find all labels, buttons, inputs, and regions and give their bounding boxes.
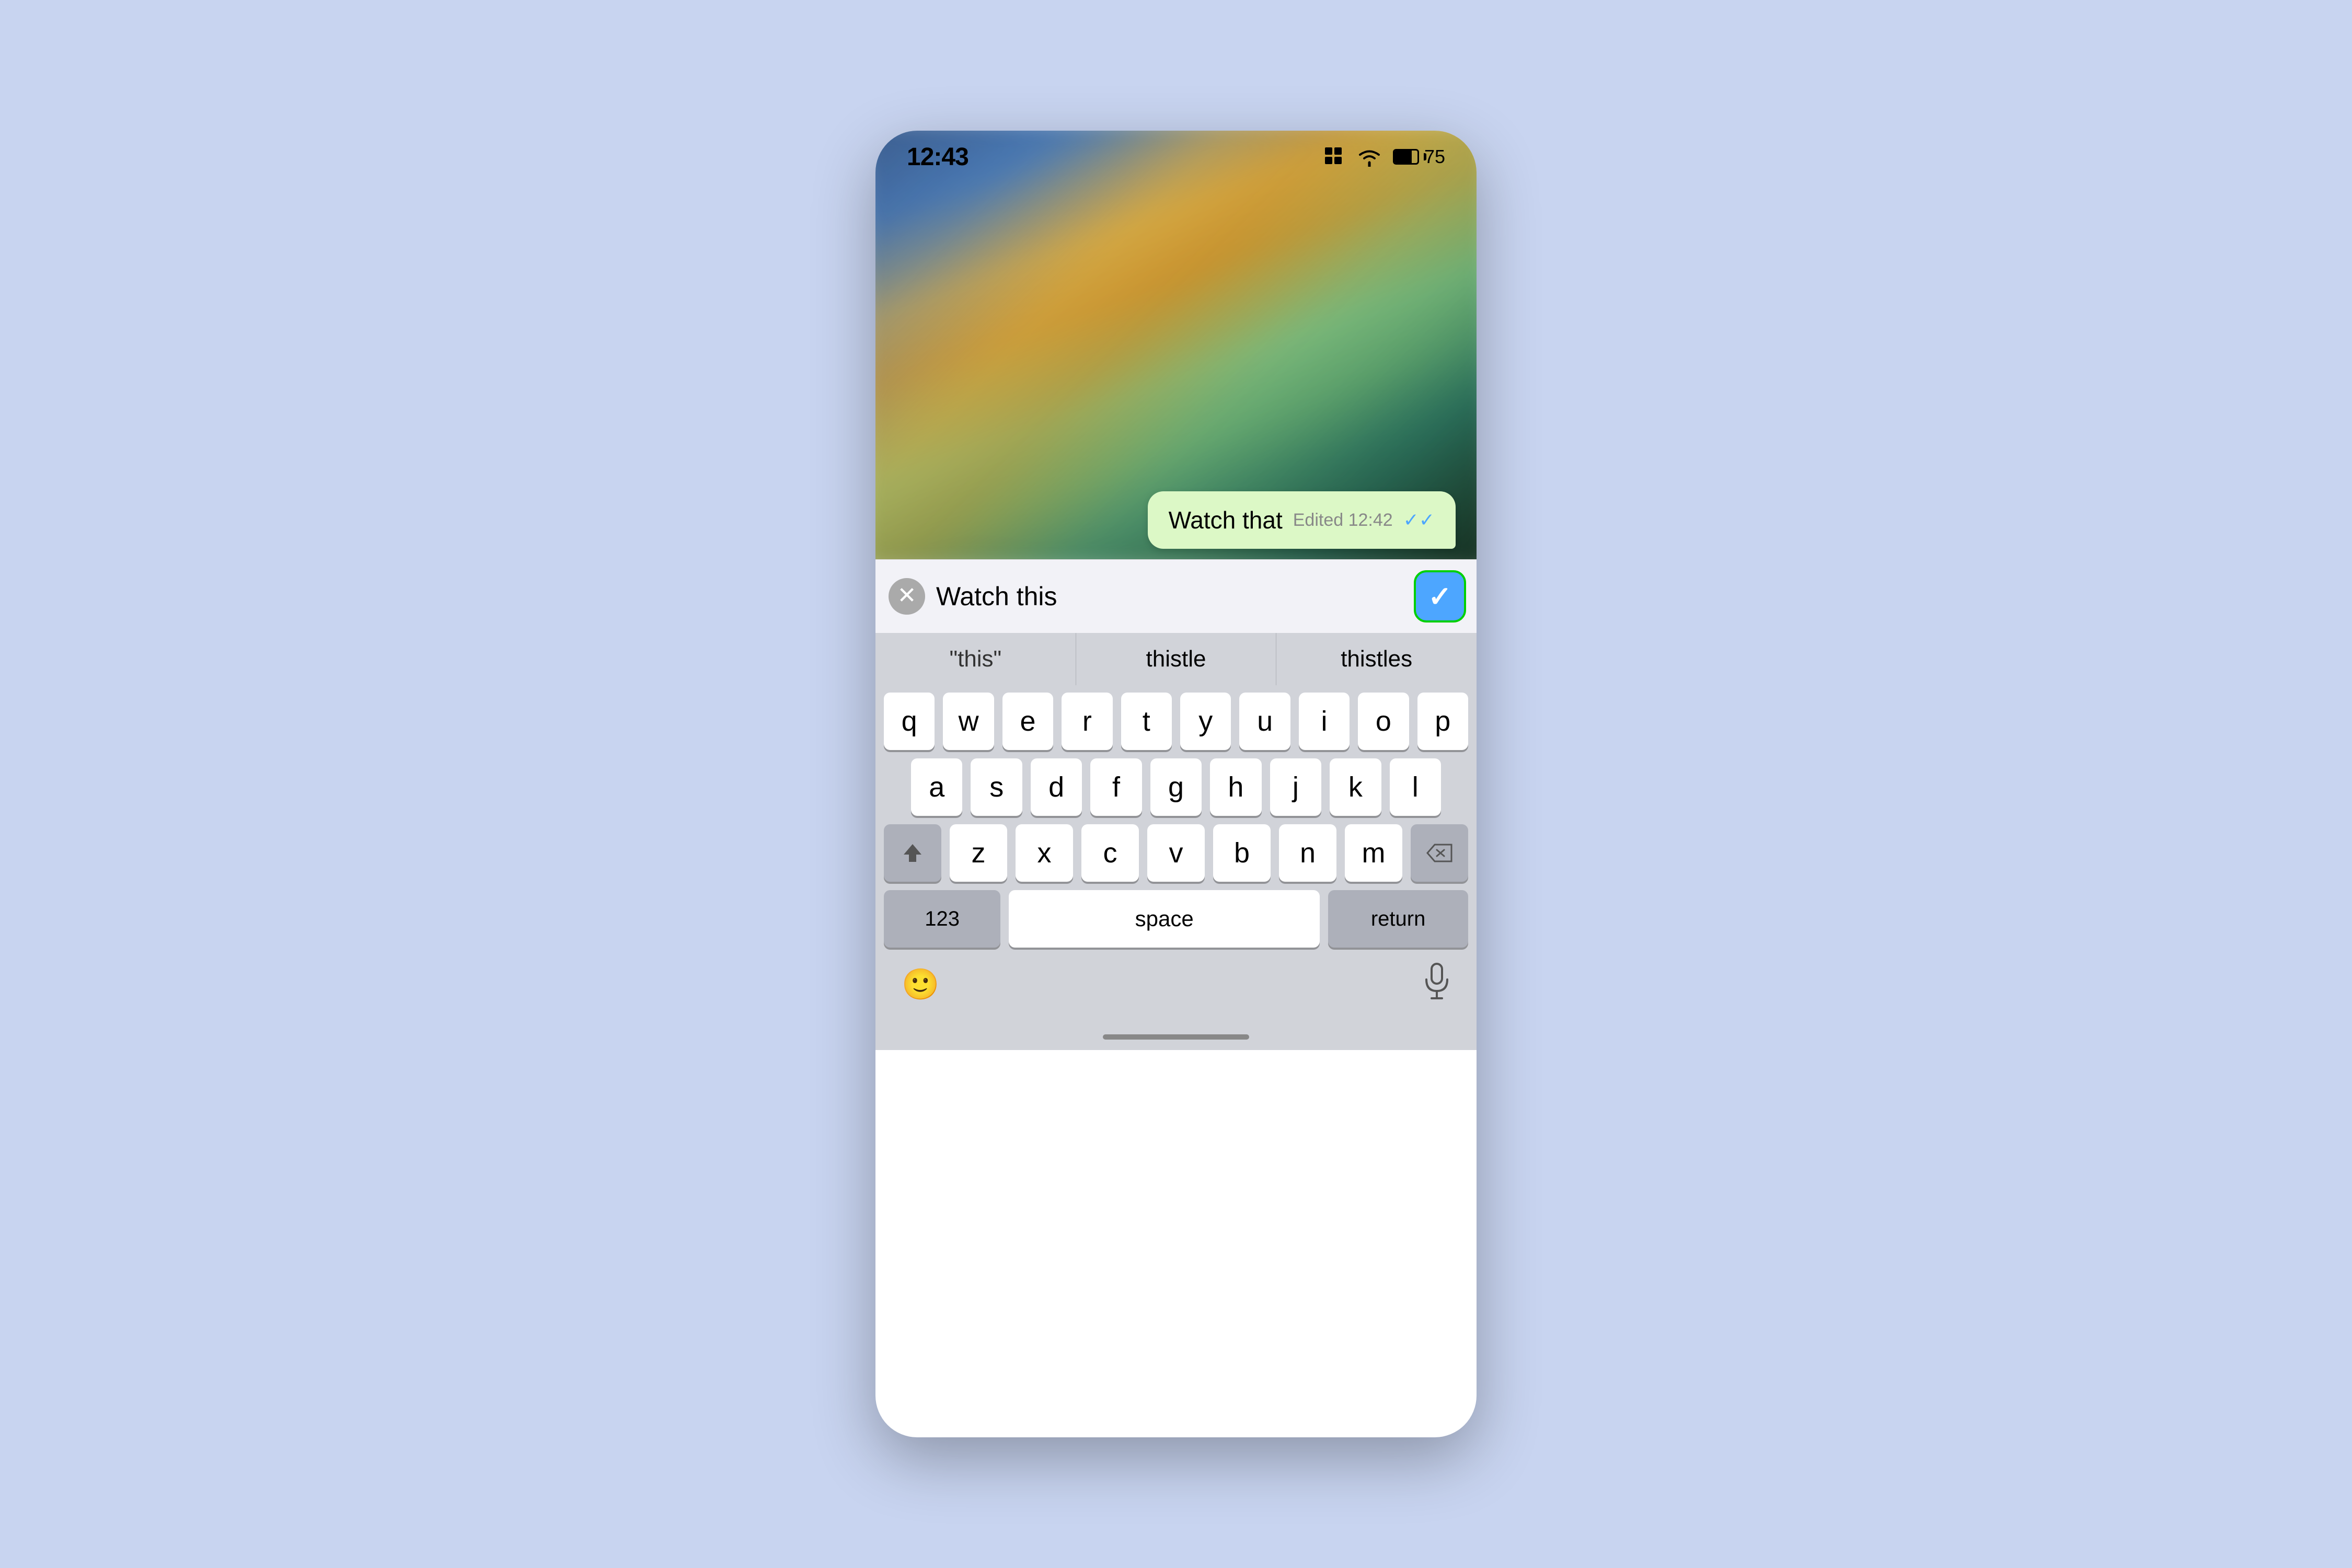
bottom-bar: 🙂	[875, 956, 1477, 1024]
wifi-icon	[1356, 147, 1382, 167]
key-r[interactable]: r	[1062, 693, 1112, 750]
chat-image-area: Watch that Edited 12:42 ✓✓	[875, 131, 1477, 559]
edit-input[interactable]	[936, 573, 1405, 620]
key-d[interactable]: d	[1031, 758, 1082, 816]
home-bar	[1103, 1034, 1249, 1040]
key-s[interactable]: s	[971, 758, 1022, 816]
status-bar: 12:43 75	[875, 131, 1477, 183]
key-row-3: z x c v b n m	[884, 824, 1468, 882]
predictive-bar: "this" thistle thistles	[875, 633, 1477, 685]
key-row-1: q w e r t y u i o p	[884, 693, 1468, 750]
key-o[interactable]: o	[1358, 693, 1409, 750]
predictive-label-0: "this"	[949, 646, 1001, 672]
key-z[interactable]: z	[950, 824, 1007, 882]
predictive-item-0[interactable]: "this"	[875, 633, 1076, 685]
status-icons: 75	[1323, 145, 1445, 168]
key-i[interactable]: i	[1299, 693, 1350, 750]
space-key[interactable]: space	[1009, 890, 1320, 948]
shift-key[interactable]	[884, 824, 941, 882]
confirm-button[interactable]: ✓	[1414, 570, 1466, 622]
key-k[interactable]: k	[1330, 758, 1381, 816]
key-f[interactable]: f	[1090, 758, 1142, 816]
bubble-text: Watch that	[1169, 506, 1283, 534]
key-v[interactable]: v	[1147, 824, 1205, 882]
message-bubble: Watch that Edited 12:42 ✓✓	[1148, 491, 1456, 549]
keyboard: q w e r t y u i o p a s d f g h j k l	[875, 685, 1477, 956]
confirm-check-icon: ✓	[1428, 580, 1451, 613]
battery-icon: 75	[1393, 146, 1445, 168]
clear-button[interactable]: ✕	[886, 575, 928, 617]
key-j[interactable]: j	[1270, 758, 1321, 816]
battery-level: 75	[1424, 146, 1445, 168]
key-n[interactable]: n	[1279, 824, 1336, 882]
edit-bar: ✕ ✓	[875, 559, 1477, 633]
key-w[interactable]: w	[943, 693, 994, 750]
message-area: Watch that Edited 12:42 ✓✓	[1148, 491, 1456, 549]
predictive-label-2: thistles	[1341, 646, 1412, 672]
numbers-key[interactable]: 123	[884, 890, 1000, 948]
key-u[interactable]: u	[1239, 693, 1290, 750]
predictive-item-2[interactable]: thistles	[1276, 633, 1477, 685]
predictive-item-1[interactable]: thistle	[1076, 633, 1277, 685]
key-m[interactable]: m	[1345, 824, 1402, 882]
key-p[interactable]: p	[1417, 693, 1468, 750]
key-h[interactable]: h	[1210, 758, 1261, 816]
return-key[interactable]: return	[1328, 890, 1468, 948]
predictive-label-1: thistle	[1146, 646, 1206, 672]
key-g[interactable]: g	[1150, 758, 1202, 816]
key-x[interactable]: x	[1016, 824, 1073, 882]
key-q[interactable]: q	[884, 693, 935, 750]
key-e[interactable]: e	[1002, 693, 1053, 750]
clear-x-icon: ✕	[897, 584, 917, 607]
status-time: 12:43	[907, 143, 969, 171]
mic-icon[interactable]	[1423, 963, 1450, 1007]
home-indicator	[875, 1024, 1477, 1050]
emoji-icon[interactable]: 🙂	[902, 967, 939, 1002]
key-row-4: 123 space return	[884, 890, 1468, 948]
key-c[interactable]: c	[1081, 824, 1139, 882]
backspace-key[interactable]	[1411, 824, 1468, 882]
key-b[interactable]: b	[1213, 824, 1271, 882]
key-t[interactable]: t	[1121, 693, 1172, 750]
bubble-check-icon: ✓✓	[1403, 509, 1435, 531]
key-row-2: a s d f g h j k l	[884, 758, 1468, 816]
clear-icon: ✕	[889, 578, 925, 615]
key-l[interactable]: l	[1390, 758, 1441, 816]
bubble-edited-label: Edited 12:42	[1293, 510, 1393, 531]
grid-icon	[1323, 145, 1346, 168]
key-a[interactable]: a	[911, 758, 962, 816]
key-y[interactable]: y	[1180, 693, 1231, 750]
phone-frame: 12:43 75	[875, 131, 1477, 1437]
